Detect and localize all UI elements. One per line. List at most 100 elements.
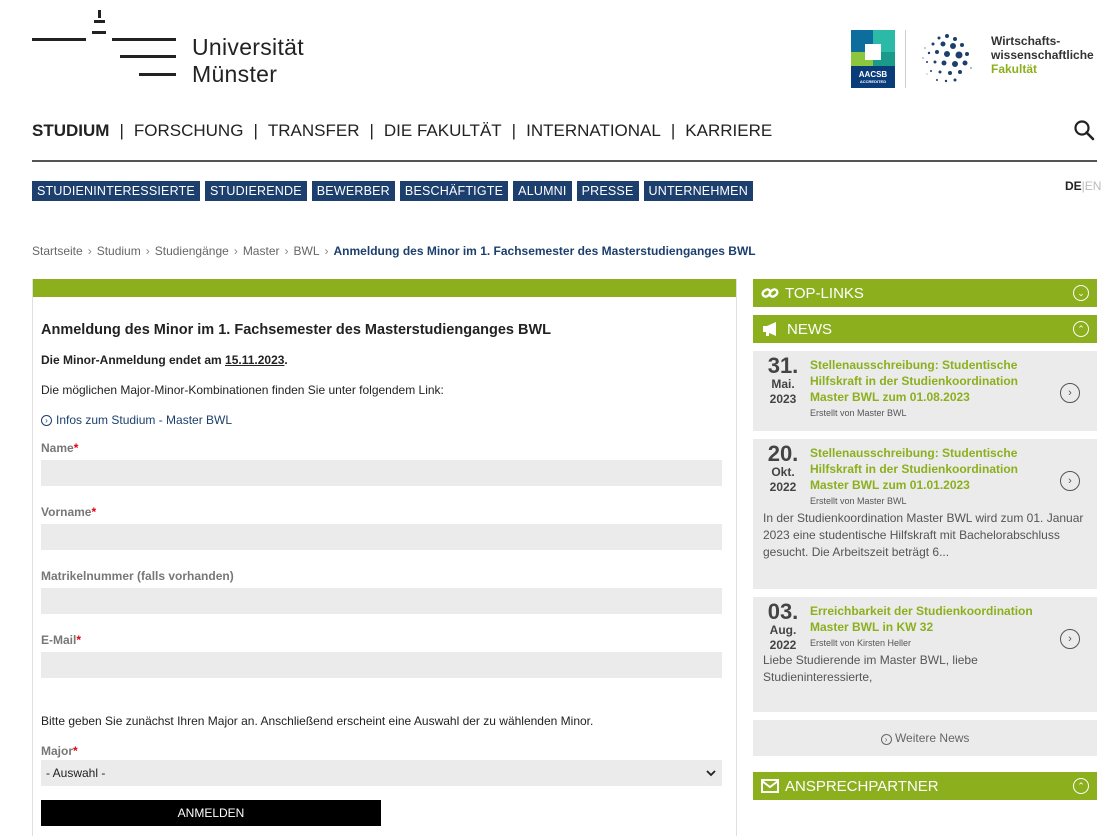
globe-dots-icon (922, 34, 973, 83)
required-mark: * (73, 441, 79, 455)
news-month: Mai. (771, 377, 795, 391)
info-link-label: Infos zum Studium - Master BWL (56, 413, 233, 427)
breadcrumb-startseite[interactable]: Startseite (32, 244, 83, 258)
breadcrumb-separator: › (324, 244, 329, 258)
breadcrumb-separator: › (233, 244, 238, 258)
form-header-bar (33, 279, 736, 297)
university-logo[interactable]: Universität Münster (32, 6, 332, 96)
toplinks-label: TOP-LINKS (785, 284, 864, 302)
news-item[interactable]: 20. Okt. 2022 Stellenausschreibung: Stud… (753, 439, 1097, 589)
university-name: Universität Münster (192, 34, 304, 88)
language-switch: DE|EN (1065, 179, 1101, 193)
chevron-right-circle-icon: › (880, 734, 892, 745)
breadcrumb-separator: › (284, 244, 289, 258)
sidebar: TOP-LINKS ⌄ NEWS ⌃ 31. Mai. 2023 Stellen… (753, 279, 1097, 800)
subnav-bewerber[interactable]: BEWERBER (311, 181, 395, 201)
nav-separator: | (670, 121, 676, 140)
vorname-field[interactable] (41, 524, 722, 550)
news-title[interactable]: Erreichbarkeit der Studienkoordination M… (810, 603, 1040, 635)
faculty-name[interactable]: Wirtschafts- wissenschaftliche Fakultät (991, 34, 1094, 76)
required-mark: * (73, 744, 78, 758)
news-excerpt: Liebe Studierende im Master BWL, liebe S… (763, 653, 978, 684)
deadline-prefix: Die Minor-Anmeldung endet am (41, 353, 226, 367)
nav-studium[interactable]: STUDIUM (32, 121, 109, 141)
email-label: E-Mail* (41, 633, 728, 647)
major-select-value: - Auswahl - (46, 766, 106, 780)
deadline-date: 15.11.2023 (225, 353, 285, 367)
news-year: 2022 (769, 638, 797, 652)
subnav-studieninteressierte[interactable]: STUDIENINTERESSIERTE (32, 181, 200, 201)
nav-karriere[interactable]: KARRIERE (685, 121, 772, 141)
chevron-right-circle-icon[interactable]: › (1060, 471, 1080, 491)
lang-en[interactable]: EN (1085, 179, 1102, 193)
chevron-right-circle-icon[interactable]: › (1060, 383, 1080, 403)
major-label: Major* (41, 744, 728, 758)
subnav-beschaeftigte[interactable]: BESCHÄFTIGTE (399, 181, 509, 201)
combination-text: Die möglichen Major-Minor-Kombinationen … (41, 383, 444, 397)
breadcrumb: Startseite › Studium › Studiengänge › Master › B… (32, 244, 756, 258)
subnav-presse[interactable]: PRESSE (576, 181, 639, 201)
major-hint: Bitte geben Sie zunächst Ihren Major an.… (41, 714, 594, 728)
breadcrumb-current: Anmeldung des Minor im 1. Fachsemester d… (333, 244, 756, 258)
nav-divider (32, 160, 1097, 162)
news-day: 03. (767, 599, 799, 624)
vorname-label: Vorname* (41, 505, 728, 519)
chevron-up-circle-icon: ⌃ (1073, 321, 1089, 337)
news-author: Erstellt von Master BWL (810, 408, 907, 418)
sub-nav: STUDIENINTERESSIERTE STUDIERENDE BEWERBE… (32, 181, 753, 201)
news-excerpt: In der Studienkoordination Master BWL wi… (763, 511, 1084, 559)
major-select[interactable]: - Auswahl - (41, 760, 722, 786)
chevron-up-circle-icon: ⌃ (1073, 778, 1089, 794)
news-year: 2022 (769, 480, 797, 494)
more-news-link[interactable]: › Weitere News (753, 720, 1097, 756)
nav-forschung[interactable]: FORSCHUNG (134, 121, 244, 141)
faculty-name-line3: Fakultät (991, 62, 1038, 76)
search-icon[interactable] (1073, 119, 1095, 141)
aacsb-label: AACSB (858, 70, 888, 79)
chevron-down-icon (706, 769, 716, 776)
main-nav: STUDIUM | FORSCHUNG | TRANSFER | DIE FAKULTÄT |… (32, 121, 772, 141)
news-title[interactable]: Stellenausschreibung: Studentische Hilfs… (810, 357, 1040, 405)
subnav-unternehmen[interactable]: UNTERNEHMEN (643, 181, 753, 201)
more-news-label: Weitere News (894, 731, 970, 745)
chevron-right-circle-icon[interactable]: › (1060, 629, 1080, 649)
news-author: Erstellt von Kirsten Heller (810, 638, 912, 648)
news-item[interactable]: 03. Aug. 2022 Erreichbarkeit der Studien… (753, 597, 1097, 712)
nav-transfer[interactable]: TRANSFER (268, 121, 360, 141)
subnav-studierende[interactable]: STUDIERENDE (204, 181, 307, 201)
breadcrumb-master[interactable]: Master (243, 244, 280, 258)
breadcrumb-separator: › (145, 244, 150, 258)
aacsb-sub: ACCREDITED (859, 79, 887, 84)
breadcrumb-studium[interactable]: Studium (97, 244, 141, 258)
name-label-text: Name (41, 441, 74, 455)
news-date: 31. Mai. 2023 (763, 355, 803, 407)
matrikel-field[interactable] (41, 588, 722, 614)
news-header[interactable]: NEWS ⌃ (753, 315, 1097, 343)
news-title[interactable]: Stellenausschreibung: Studentische Hilfs… (810, 445, 1040, 493)
breadcrumb-studiengaenge[interactable]: Studiengänge (155, 244, 229, 258)
nav-international[interactable]: INTERNATIONAL (526, 121, 661, 141)
major-label-text: Major (41, 744, 74, 758)
nav-separator: | (511, 121, 517, 140)
toplinks-header[interactable]: TOP-LINKS ⌄ (753, 279, 1097, 307)
submit-button[interactable]: ANMELDEN (41, 800, 381, 826)
email-field[interactable] (41, 652, 722, 678)
aacsb-text: AACSB ACCREDITED (852, 70, 894, 84)
news-item[interactable]: 31. Mai. 2023 Stellenausschreibung: Stud… (753, 351, 1097, 431)
university-name-line1: Universität (192, 34, 304, 60)
breadcrumb-bwl[interactable]: BWL (294, 244, 320, 258)
nav-die-fakultaet[interactable]: DIE FAKULTÄT (384, 121, 502, 141)
university-logo-mark (32, 6, 182, 96)
deadline-suffix: . (284, 353, 288, 367)
name-label: Name* (41, 441, 728, 455)
info-link[interactable]: › Infos zum Studium - Master BWL (41, 413, 728, 427)
nav-separator: | (369, 121, 374, 140)
name-field[interactable] (41, 460, 722, 486)
news-date: 03. Aug. 2022 (763, 601, 803, 653)
lang-de[interactable]: DE (1065, 179, 1082, 193)
subnav-alumni[interactable]: ALUMNI (513, 181, 572, 201)
news-month: Okt. (771, 465, 795, 479)
link-icon (761, 288, 779, 298)
contact-header[interactable]: ANSPRECHPARTNER ⌃ (753, 772, 1097, 800)
news-month: Aug. (769, 623, 797, 637)
